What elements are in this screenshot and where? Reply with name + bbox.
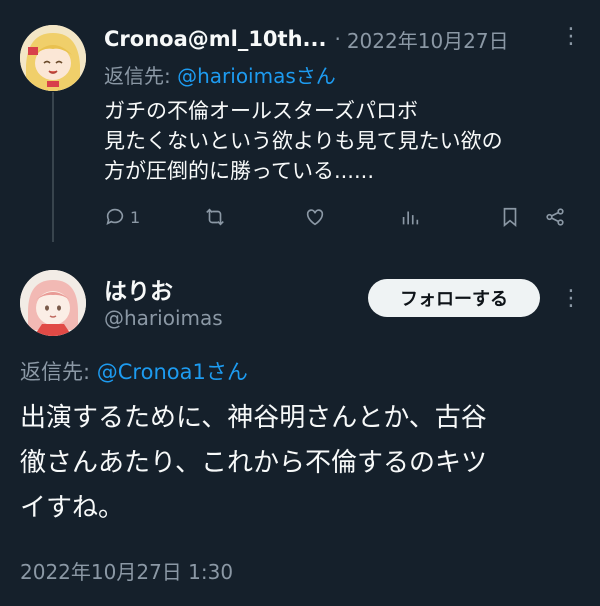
text-line: イすね。	[20, 493, 125, 523]
text-line: 徹さんあたり、これから不倫するのキツ	[20, 448, 487, 478]
main-replying-to: 返信先: @Cronoa1さん	[20, 356, 248, 386]
like-icon	[306, 209, 324, 226]
reply-icon	[106, 208, 124, 225]
replying-to-mention-link[interactable]: @Cronoa1さん	[97, 360, 248, 384]
share-button[interactable]	[544, 206, 566, 228]
main-author-handle[interactable]: @harioimas	[104, 306, 223, 330]
reply-replying-to: 返信先: @harioimasさん	[104, 60, 336, 89]
text-line: 方が圧倒的に勝っている......	[104, 159, 375, 183]
thread-connector-line	[52, 92, 54, 242]
text-line: ガチの不倫オールスターズパロボ	[104, 99, 418, 123]
replying-prefix: 返信先:	[20, 360, 97, 384]
retweet-icon	[206, 208, 224, 226]
reply-count: 1	[130, 207, 141, 227]
like-button[interactable]	[304, 206, 326, 228]
replying-to-mention-link[interactable]: @harioimasさん	[177, 64, 336, 88]
retweet-button[interactable]	[204, 206, 226, 228]
more-icon[interactable]: ⋮	[560, 26, 582, 48]
text-line: 見たくないという欲よりも見て見たい欲の	[104, 129, 503, 153]
reply-author-name[interactable]: Cronoa@ml_10th...	[104, 27, 326, 51]
views-button[interactable]	[399, 206, 421, 228]
main-tweet-text: 出演するために、神谷明さんとか、古谷 徹さんあたり、これから不倫するのキツ イす…	[20, 396, 590, 531]
follow-button[interactable]: フォローする	[368, 279, 540, 317]
reply-button[interactable]: 1	[104, 206, 140, 228]
reply-author-avatar[interactable]	[20, 25, 86, 91]
bookmark-button[interactable]	[499, 206, 521, 228]
share-icon	[546, 208, 564, 226]
tweet-action-bar: 1	[104, 206, 574, 236]
more-icon[interactable]: ⋮	[560, 288, 582, 310]
header-separator: ·	[334, 27, 341, 51]
reply-tweet-text: ガチの不倫オールスターズパロボ 見たくないという欲よりも見て見たい欲の 方が圧倒…	[104, 96, 584, 186]
main-author-avatar[interactable]	[20, 270, 86, 336]
views-icon	[402, 211, 419, 225]
reply-tweet-date[interactable]: 2022年10月27日	[347, 25, 509, 54]
replying-prefix: 返信先:	[104, 64, 178, 88]
reply-tweet-header: Cronoa@ml_10th... · 2022年10月27日	[104, 22, 584, 56]
bookmark-icon	[503, 207, 517, 228]
text-line: 出演するために、神谷明さんとか、古谷	[20, 403, 487, 433]
main-tweet-timestamp[interactable]: 2022年10月27日 1:30	[20, 556, 233, 585]
main-author-name[interactable]: はりお	[104, 272, 173, 306]
